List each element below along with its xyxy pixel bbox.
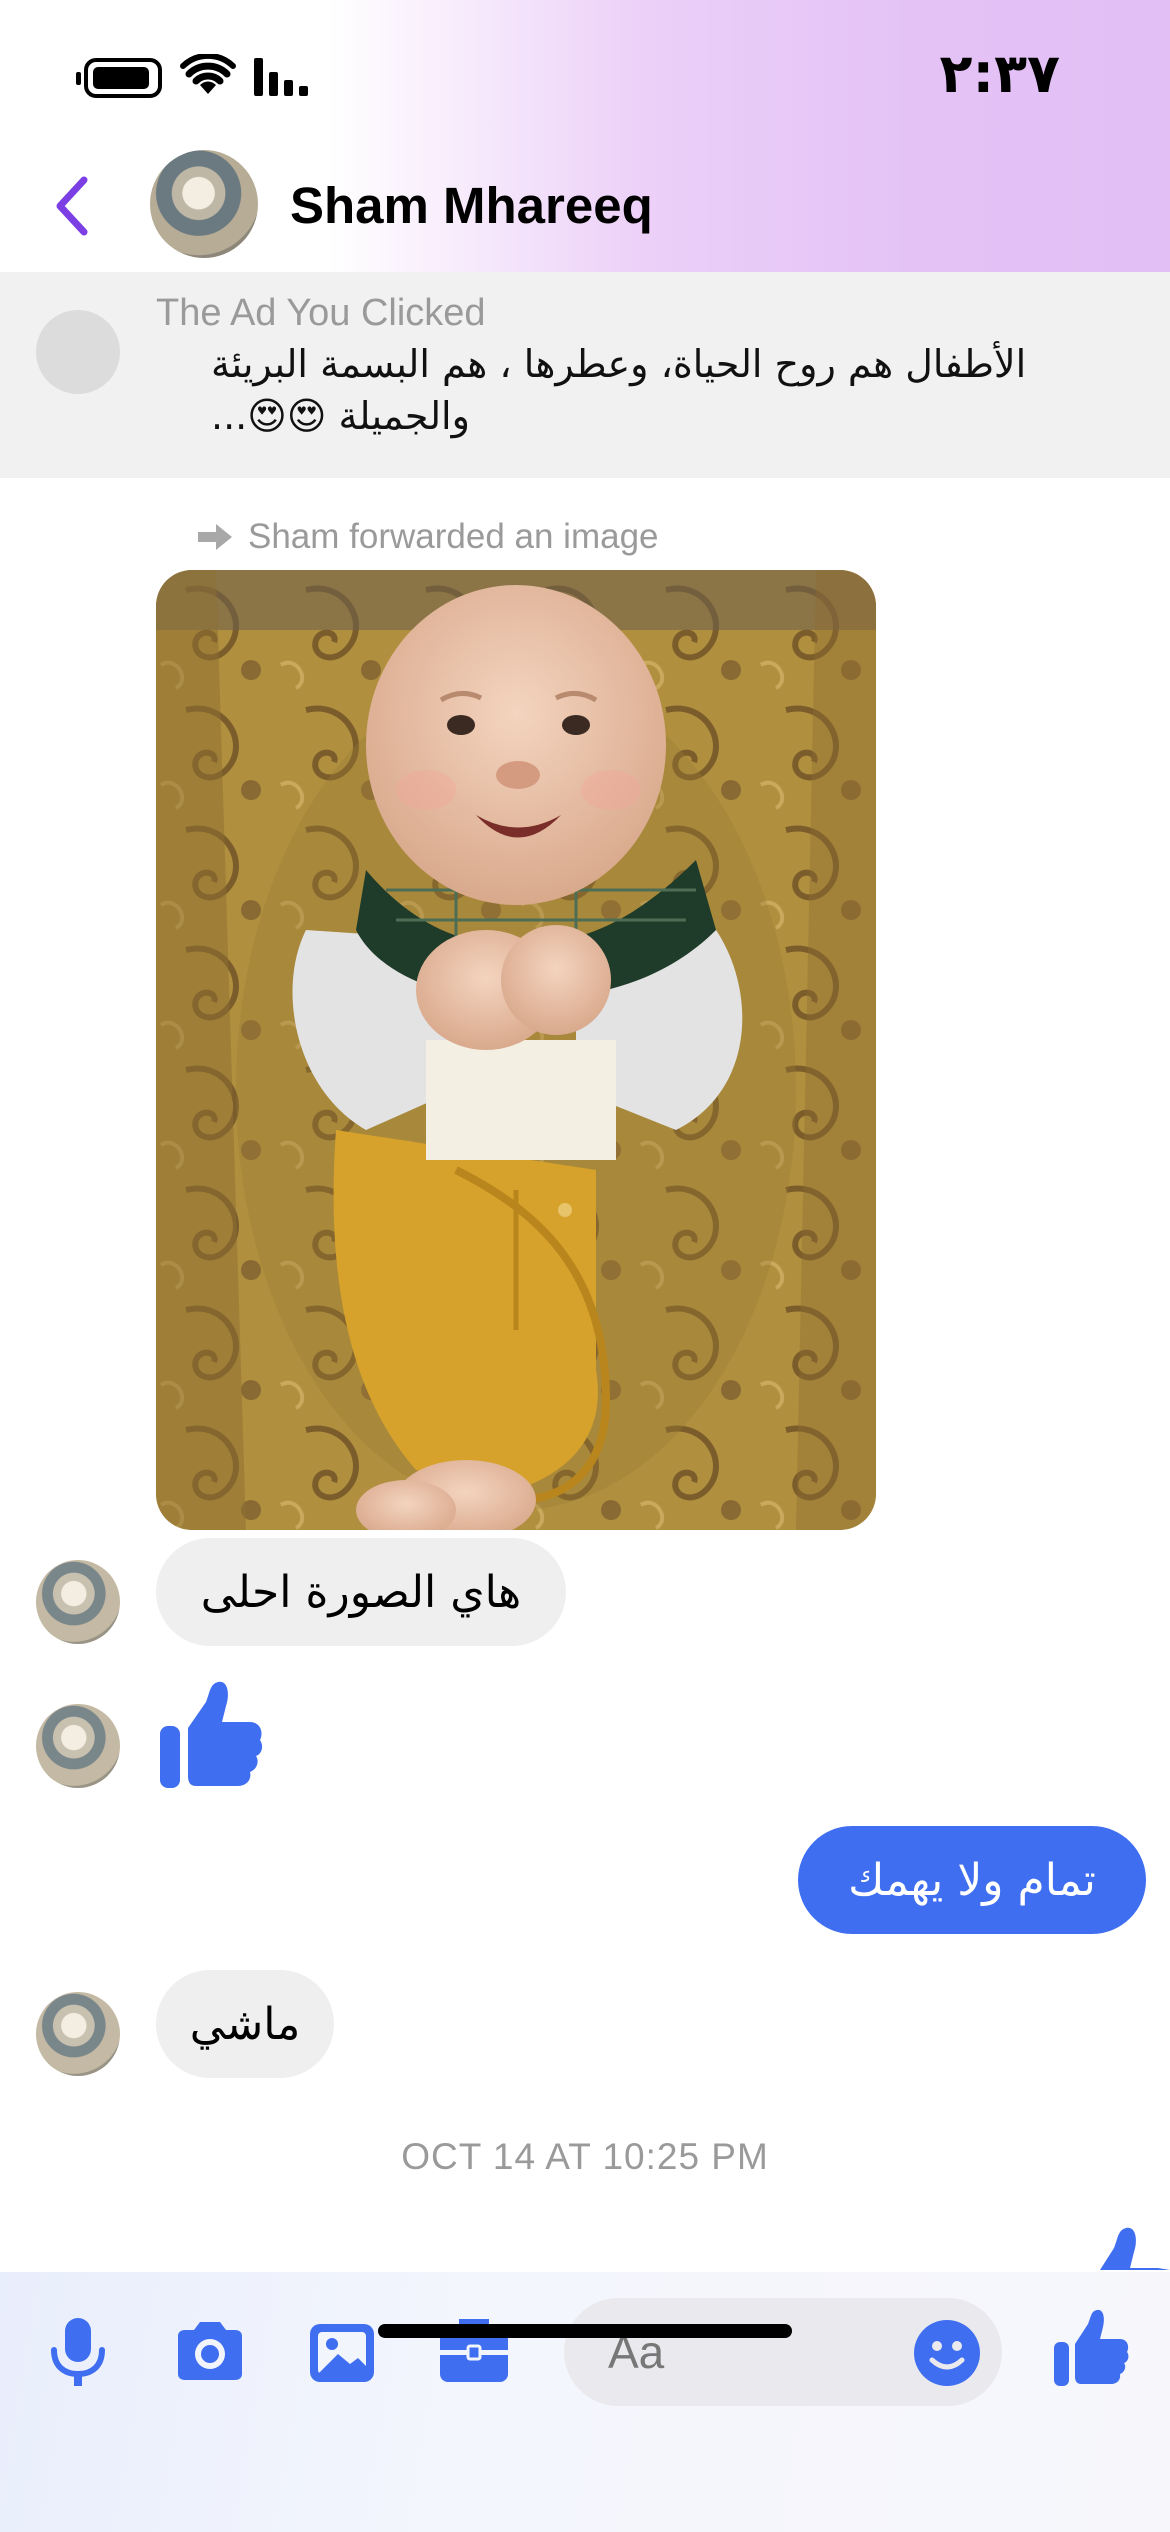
status-time: ٢:٣٧ — [939, 42, 1060, 105]
ad-title: The Ad You Clicked — [156, 292, 486, 334]
forwarded-image[interactable] — [156, 570, 876, 1530]
outgoing-message-bubble[interactable]: تمام ولا يهمك — [798, 1826, 1146, 1934]
contact-avatar-small[interactable] — [36, 1560, 120, 1644]
contact-avatar-small[interactable] — [36, 1992, 120, 2076]
contact-name[interactable]: Sham Mhareeq — [290, 176, 890, 236]
emoji-icon[interactable] — [912, 2318, 982, 2388]
back-chevron-icon[interactable] — [44, 170, 104, 242]
forward-note-text: Sham forwarded an image — [248, 517, 659, 556]
camera-icon[interactable] — [170, 2312, 250, 2392]
forward-note: Sham forwarded an image — [196, 512, 796, 562]
microphone-icon[interactable] — [38, 2312, 118, 2392]
home-indicator — [378, 2324, 792, 2338]
ad-text: الأطفال هم روح الحياة، وعطرها ، هم البسم… — [156, 338, 1056, 458]
ad-context-banner[interactable]: The Ad You Clicked الأطفال هم روح الحياة… — [0, 272, 1170, 478]
ad-text-content: الأطفال هم روح الحياة، وعطرها ، هم البسم… — [211, 342, 1027, 438]
cellular-signal-icon — [254, 58, 308, 96]
wifi-icon — [180, 54, 236, 94]
nav-bar: Sham Mhareeq — [0, 150, 1170, 272]
thumbs-up-icon[interactable] — [1070, 2222, 1170, 2270]
incoming-message-bubble[interactable]: هاي الصورة احلى — [156, 1538, 566, 1646]
message-input-container[interactable] — [564, 2298, 1002, 2406]
status-bar: ٢:٣٧ — [0, 0, 1170, 150]
message-timestamp: OCT 14 AT 10:25 PM — [401, 2136, 769, 2177]
thumbs-up-icon[interactable] — [156, 1680, 264, 1790]
message-composer — [0, 2272, 1170, 2532]
conversation-header: ٢:٣٧ Sham Mhareeq — [0, 0, 1170, 272]
photo-gallery-icon[interactable] — [302, 2312, 382, 2392]
contact-avatar-small[interactable] — [36, 1704, 120, 1788]
incoming-message-bubble[interactable]: ماشي — [156, 1970, 334, 2078]
forward-arrow-icon — [198, 524, 232, 550]
ad-thumbnail — [36, 310, 120, 394]
contact-avatar[interactable] — [150, 150, 258, 258]
battery-icon — [76, 58, 162, 98]
send-like-icon[interactable] — [1052, 2308, 1130, 2388]
